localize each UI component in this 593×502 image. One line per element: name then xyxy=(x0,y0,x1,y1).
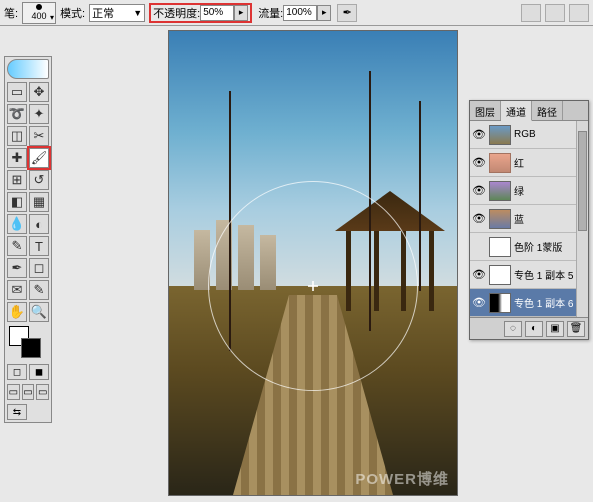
stamp-tool[interactable]: ⊞ xyxy=(7,170,27,190)
opacity-flyout-button[interactable]: ▸ xyxy=(234,5,248,21)
visibility-eye-icon[interactable]: 👁 xyxy=(472,184,486,198)
panel-footer: ◌ ◐ ▣ 🗑 xyxy=(470,317,588,339)
palette-icon[interactable] xyxy=(521,4,541,22)
jump-to-icon[interactable]: ⇆ xyxy=(7,404,27,420)
channel-row-spot6[interactable]: 👁 专色 1 副本 6 xyxy=(470,289,588,317)
chevron-down-icon: ▾ xyxy=(50,13,54,22)
toolbox: ▭ ✥ ➰ ✦ ◫ ✂ ✚ 🖌 ⊞ ↺ ◧ ▦ 💧 ◐ ✎ T ✒ ◻ ✉ ✎ … xyxy=(4,56,52,423)
history-brush-tool[interactable]: ↺ xyxy=(29,170,49,190)
blend-mode-select[interactable]: 正常 ▼ xyxy=(89,4,145,22)
channel-row-red[interactable]: 👁 红 xyxy=(470,149,588,177)
brush-label: 笔: xyxy=(4,5,18,21)
notes-tool[interactable]: ✉ xyxy=(7,280,27,300)
visibility-eye-icon[interactable] xyxy=(472,240,486,254)
flow-group: 流量: 100% ▸ xyxy=(256,3,333,23)
delete-channel-icon[interactable]: 🗑 xyxy=(567,321,585,337)
tree-graphic xyxy=(419,101,421,291)
brush-preset-picker[interactable]: 400 ▾ xyxy=(22,2,56,24)
document-canvas[interactable]: POWER博维 xyxy=(168,30,458,496)
background-color[interactable] xyxy=(21,338,41,358)
color-swatches[interactable] xyxy=(7,326,49,360)
load-selection-icon[interactable]: ◌ xyxy=(504,321,522,337)
feather-icon xyxy=(7,59,49,79)
airbrush-icon[interactable]: ✒ xyxy=(337,4,357,22)
crop-tool[interactable]: ◫ xyxy=(7,126,27,146)
channel-row-rgb[interactable]: 👁 RGB xyxy=(470,121,588,149)
flow-label: 流量: xyxy=(258,5,283,21)
channel-row-blue[interactable]: 👁 蓝 xyxy=(470,205,588,233)
brush-size-value: 400 xyxy=(32,11,47,21)
type-tool[interactable]: T xyxy=(29,236,49,256)
pen-tool[interactable]: ✒ xyxy=(7,258,27,278)
gradient-tool[interactable]: ▦ xyxy=(29,192,49,212)
screen-mode-3-icon[interactable]: ▭ xyxy=(36,384,49,400)
opacity-label: 不透明度: xyxy=(153,5,200,21)
brush-dot-icon xyxy=(36,4,42,10)
shape-tool[interactable]: ◻ xyxy=(29,258,49,278)
visibility-eye-icon[interactable]: 👁 xyxy=(472,212,486,226)
visibility-eye-icon[interactable]: 👁 xyxy=(472,156,486,170)
visibility-eye-icon[interactable]: 👁 xyxy=(472,128,486,142)
panel-scrollbar[interactable] xyxy=(576,121,588,317)
marquee-tool[interactable]: ▭ xyxy=(7,82,27,102)
channel-row-spot5[interactable]: 👁 专色 1 副本 5 xyxy=(470,261,588,289)
mode-value: 正常 xyxy=(92,5,114,21)
flow-flyout-button[interactable]: ▸ xyxy=(317,5,331,21)
channel-thumb xyxy=(489,265,511,285)
heal-tool[interactable]: ✚ xyxy=(7,148,27,168)
zoom-tool[interactable]: 🔍 xyxy=(29,302,49,322)
tab-paths[interactable]: 路径 xyxy=(532,101,563,120)
path-tool[interactable]: ✎ xyxy=(7,236,27,256)
panel-tabs: 图层 通道 路径 xyxy=(470,101,588,121)
dodge-tool[interactable]: ◐ xyxy=(29,214,49,234)
hand-tool[interactable]: ✋ xyxy=(7,302,27,322)
slice-tool[interactable]: ✂ xyxy=(29,126,49,146)
channel-thumb xyxy=(489,153,511,173)
watermark-text: POWER博维 xyxy=(355,468,449,489)
channel-row-levels-mask[interactable]: 色阶 1蒙版 xyxy=(470,233,588,261)
options-bar: 笔: 400 ▾ 模式: 正常 ▼ 不透明度: 50% ▸ 流量: 100% ▸… xyxy=(0,0,593,26)
mode-label: 模式: xyxy=(60,5,85,21)
quickmask-mode-icon[interactable]: ◼ xyxy=(29,364,49,380)
channel-thumb xyxy=(489,293,511,313)
flow-value: 100% xyxy=(286,7,312,18)
visibility-eye-icon[interactable]: 👁 xyxy=(472,296,486,310)
eyedropper-tool[interactable]: ✎ xyxy=(29,280,49,300)
tab-layers[interactable]: 图层 xyxy=(470,101,501,120)
channel-thumb xyxy=(489,237,511,257)
options-right-icons xyxy=(521,4,589,22)
blur-tool[interactable]: 💧 xyxy=(7,214,27,234)
opacity-input[interactable]: 50% xyxy=(200,5,234,21)
channel-list: 👁 RGB 👁 红 👁 绿 👁 蓝 色阶 1蒙版 👁 专色 1 副本 5 xyxy=(470,121,588,317)
move-tool[interactable]: ✥ xyxy=(29,82,49,102)
options-icon[interactable] xyxy=(545,4,565,22)
menu-icon[interactable] xyxy=(569,4,589,22)
channel-thumb xyxy=(489,181,511,201)
scrollbar-thumb[interactable] xyxy=(578,131,587,231)
visibility-eye-icon[interactable]: 👁 xyxy=(472,268,486,282)
opacity-group: 不透明度: 50% ▸ xyxy=(149,3,252,23)
lasso-tool[interactable]: ➰ xyxy=(7,104,27,124)
flow-input[interactable]: 100% xyxy=(283,5,317,21)
channel-thumb xyxy=(489,209,511,229)
channel-row-green[interactable]: 👁 绿 xyxy=(470,177,588,205)
opacity-value: 50% xyxy=(203,7,223,18)
wand-tool[interactable]: ✦ xyxy=(29,104,49,124)
standard-mode-icon[interactable]: ◻ xyxy=(7,364,27,380)
brush-tool[interactable]: 🖌 xyxy=(29,148,49,168)
screen-mode-2-icon[interactable]: ▭ xyxy=(22,384,35,400)
save-selection-icon[interactable]: ◐ xyxy=(525,321,543,337)
channel-thumb xyxy=(489,125,511,145)
tab-channels[interactable]: 通道 xyxy=(501,101,532,121)
chevron-down-icon: ▼ xyxy=(133,8,144,18)
screen-mode-1-icon[interactable]: ▭ xyxy=(7,384,20,400)
brush-cursor-crosshair xyxy=(308,281,318,291)
eraser-tool[interactable]: ◧ xyxy=(7,192,27,212)
channels-panel: 图层 通道 路径 👁 RGB 👁 红 👁 绿 👁 蓝 色阶 1蒙版 xyxy=(469,100,589,340)
new-channel-icon[interactable]: ▣ xyxy=(546,321,564,337)
